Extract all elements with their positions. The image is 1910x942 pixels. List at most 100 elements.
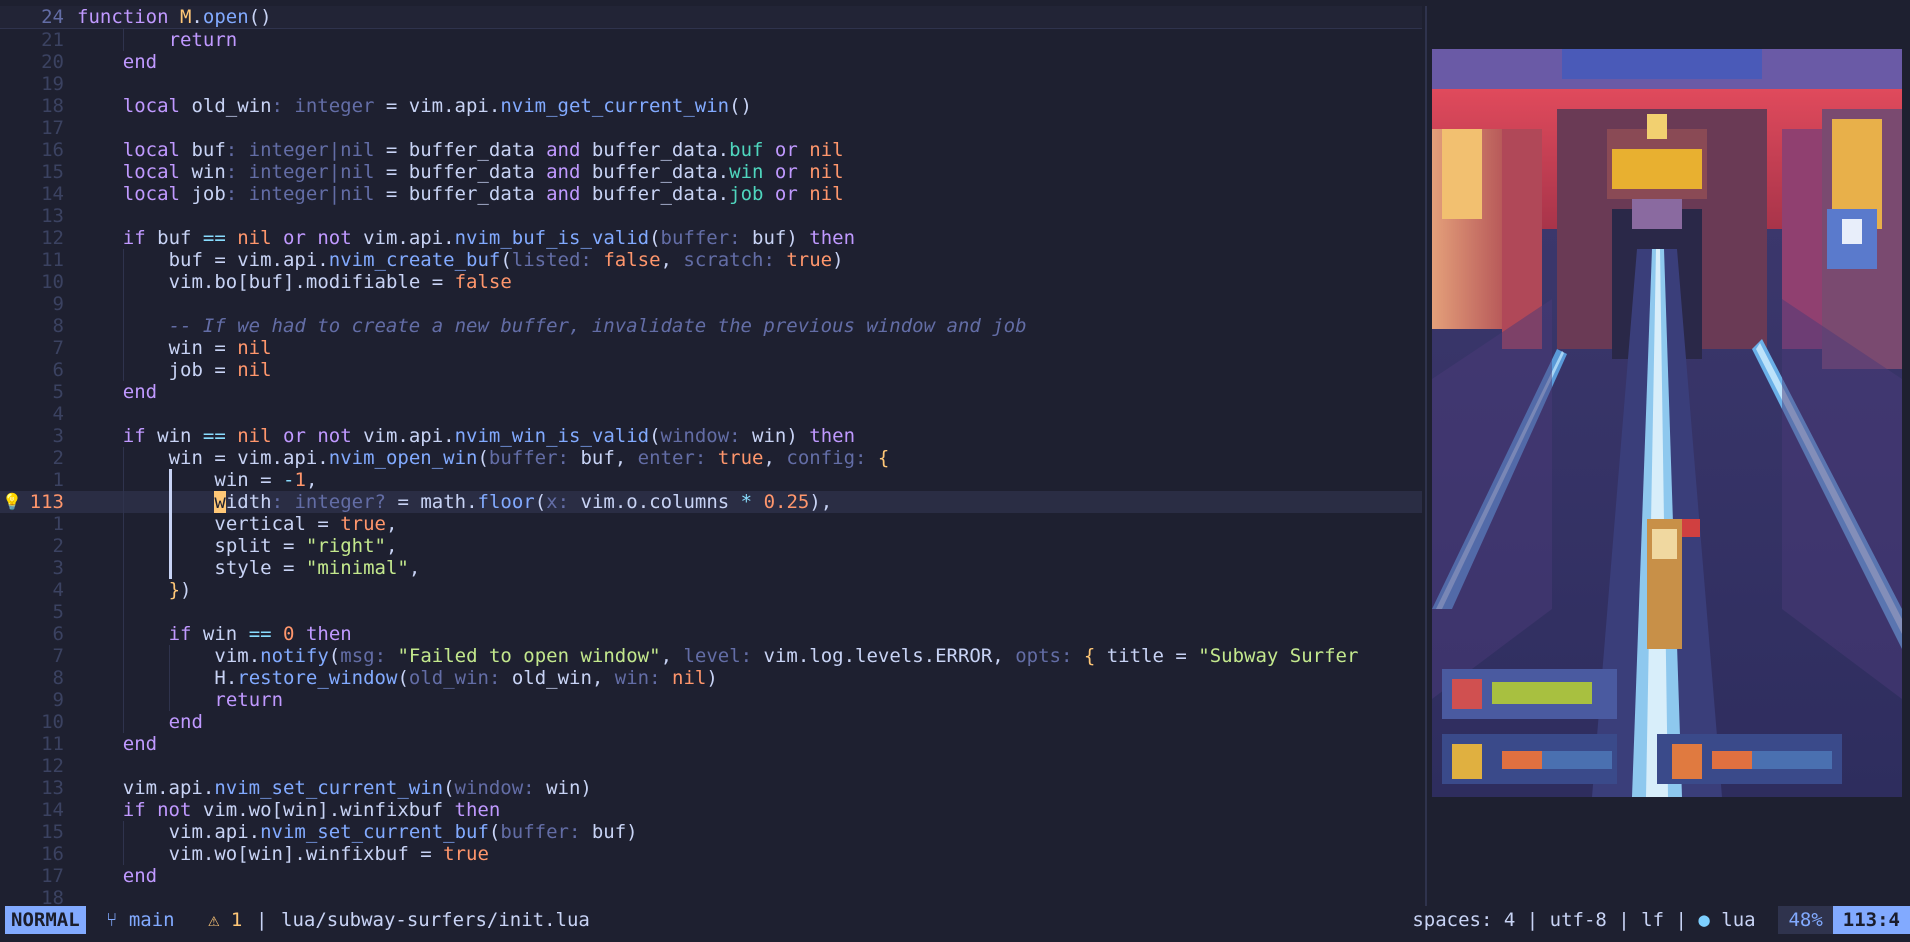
code-token: or not xyxy=(283,425,352,447)
code-line[interactable]: 6 if win == 0 then xyxy=(0,623,1422,645)
code-token: vim.log.levels.ERROR, xyxy=(763,645,1016,667)
code-line[interactable]: 7 vim.notify(msg: "Failed to open window"… xyxy=(0,645,1422,667)
code-token: = buffer_data xyxy=(374,161,547,183)
git-branch[interactable]: ⑂ main xyxy=(106,906,175,934)
code-token: config: xyxy=(786,447,878,469)
code-line[interactable]: 7 win = nil xyxy=(0,337,1422,359)
code-line[interactable]: 18 local old_win: integer = vim.api.nvim_… xyxy=(0,95,1422,117)
code-text: job = nil xyxy=(169,359,272,381)
indent-guide xyxy=(122,623,124,645)
file-format-info: spaces: 4 | utf-8 | lf | xyxy=(1412,909,1699,931)
code-line[interactable]: 16 vim.wo[win].winfixbuf = true xyxy=(0,843,1422,865)
code-line[interactable]: 10 vim.bo[buf].modifiable = false xyxy=(0,271,1422,293)
code-token: scratch: xyxy=(683,249,787,271)
code-line[interactable]: 19 xyxy=(0,73,1422,95)
code-token: then xyxy=(454,799,501,821)
indent-guide xyxy=(122,29,124,51)
code-token: or xyxy=(774,183,798,205)
code-token: true xyxy=(340,513,386,535)
code-line[interactable]: 4}) xyxy=(0,579,1422,601)
code-token: 1 xyxy=(294,469,306,491)
code-token: -- If we had to create a new buffer, inv… xyxy=(168,315,1027,337)
code-token: nvim_set_current_win xyxy=(214,777,444,799)
line-number: 14 xyxy=(41,799,64,821)
code-line[interactable]: 💡 113 width: integer? = math.floor(x: vim.… xyxy=(0,491,1422,513)
code-token: old_win: xyxy=(408,667,512,689)
code-line[interactable]: 20 end xyxy=(0,51,1422,73)
code-token: buf xyxy=(180,139,226,161)
code-line[interactable]: 13 xyxy=(0,205,1422,227)
code-line[interactable]: 16 local buf: integer|nil = buffer_data a… xyxy=(0,139,1422,161)
code-line[interactable]: 11 buf = vim.api.nvim_create_buf(listed: … xyxy=(0,249,1422,271)
code-text: win = vim.api.nvim_open_win(buffer: buf,… xyxy=(169,447,890,469)
code-line[interactable]: 12 if buf == nil or not vim.api.nvim_buf_… xyxy=(0,227,1422,249)
window-separator[interactable] xyxy=(1425,6,1427,906)
code-line[interactable]: 14 local job: integer|nil = buffer_data a… xyxy=(0,183,1422,205)
indent-guide xyxy=(122,469,124,491)
code-line[interactable]: 8 H.restore_window(old_win: old_win, win:… xyxy=(0,667,1422,689)
code-line[interactable]: 2 win = vim.api.nvim_open_win(buffer: buf… xyxy=(0,447,1422,469)
code-text: style = "minimal", xyxy=(214,557,420,579)
code-text: end xyxy=(123,381,157,403)
code-token: and xyxy=(546,183,581,205)
code-line[interactable]: 21 return xyxy=(0,29,1422,51)
code-line[interactable]: 14 if not vim.wo[win].winfixbuf then xyxy=(0,799,1422,821)
code-token: ( xyxy=(534,491,547,513)
code-token: ) xyxy=(832,249,844,271)
line-number: 14 xyxy=(41,183,64,205)
code-line[interactable]: 12 xyxy=(0,755,1422,777)
code-line[interactable]: 5 end xyxy=(0,381,1422,403)
code-token: buffer_data. xyxy=(580,139,730,161)
code-line[interactable]: 15 vim.api.nvim_set_current_buf(buffer: b… xyxy=(0,821,1422,843)
code-text: local old_win: integer = vim.api.nvim_ge… xyxy=(123,95,752,117)
code-token: nvim_set_current_buf xyxy=(260,821,489,843)
code-token: nil xyxy=(672,667,707,689)
code-token: ( xyxy=(397,667,409,689)
code-token: enter: xyxy=(637,447,718,469)
code-token: nil xyxy=(809,183,844,205)
code-token: end xyxy=(122,733,158,755)
code-line[interactable]: 18 xyxy=(0,887,1422,906)
sticky-context-line[interactable]: 24 function M.open() xyxy=(0,6,1422,29)
line-number: 16 xyxy=(41,843,64,865)
code-token: restore_window xyxy=(237,667,398,689)
code-text: local buf: integer|nil = buffer_data and… xyxy=(123,139,844,161)
code-line[interactable]: 15 local win: integer|nil = buffer_data a… xyxy=(0,161,1422,183)
code-editor[interactable]: 24 function M.open() 21 return 20 end 19 18 loca… xyxy=(0,6,1422,906)
code-line[interactable]: 9 xyxy=(0,293,1422,315)
code-line[interactable]: 1 vertical = true, xyxy=(0,513,1422,535)
code-line[interactable]: 13 vim.api.nvim_set_current_win(window: w… xyxy=(0,777,1422,799)
indent-guide xyxy=(122,689,124,711)
line-number: 13 xyxy=(41,205,64,227)
code-token: buffer_data. xyxy=(580,161,730,183)
code-token: msg: xyxy=(340,645,398,667)
code-line[interactable]: 3 if win == nil or not vim.api.nvim_win_i… xyxy=(0,425,1422,447)
code-line[interactable]: 1 win = -1, xyxy=(0,469,1422,491)
code-line[interactable]: 2 split = "right", xyxy=(0,535,1422,557)
diagnostics-indicator[interactable]: ⚠ 1 xyxy=(208,906,242,934)
indent-guide xyxy=(122,843,124,865)
code-line[interactable]: 9 return xyxy=(0,689,1422,711)
code-line[interactable]: 8 -- If we had to create a new buffer, in… xyxy=(0,315,1422,337)
code-line[interactable]: 4 xyxy=(0,403,1422,425)
indent-guide xyxy=(122,535,124,557)
code-line[interactable]: 17 end xyxy=(0,865,1422,887)
code-token: , xyxy=(660,249,684,271)
code-token: buf, xyxy=(580,447,638,469)
code-line[interactable]: 5 xyxy=(0,601,1422,623)
code-line[interactable]: 10 end xyxy=(0,711,1422,733)
code-text: vim.api.nvim_set_current_buf(buffer: buf… xyxy=(169,821,638,843)
line-number: 11 xyxy=(41,733,64,755)
code-token: () xyxy=(248,6,272,28)
code-line[interactable]: 6 job = nil xyxy=(0,359,1422,381)
code-line[interactable]: 3 style = "minimal", xyxy=(0,557,1422,579)
code-line[interactable]: 11 end xyxy=(0,733,1422,755)
line-number: 7 xyxy=(52,337,64,359)
code-token: then xyxy=(305,623,352,645)
code-line[interactable]: 17 xyxy=(0,117,1422,139)
code-text: vim.wo[win].winfixbuf = true xyxy=(169,843,489,865)
